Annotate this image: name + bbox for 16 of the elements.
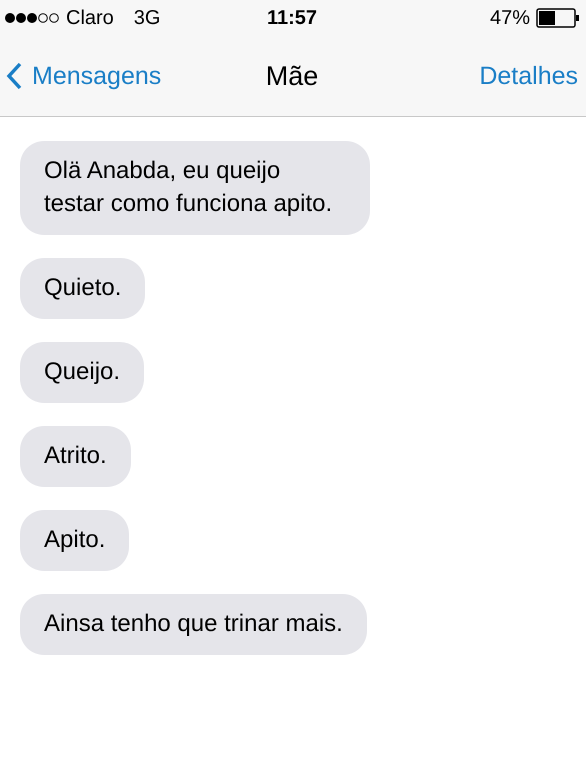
conversation-title: Mãe <box>266 60 318 92</box>
message-bubble: Ainsa tenho que trinar mais. <box>20 594 367 655</box>
network-type: 3G <box>134 6 160 30</box>
message-bubble: Olä Anabda, eu queijo testar como funciona apito. <box>20 141 370 235</box>
message-bubble: Quieto. <box>20 258 146 319</box>
signal-icon <box>4 12 60 24</box>
battery-icon <box>536 8 580 28</box>
back-chevron-icon <box>6 62 22 90</box>
battery-percent: 47% <box>490 6 530 30</box>
message-bubble: Apito. <box>20 510 130 571</box>
message-bubble: Atrito. <box>20 426 131 487</box>
details-button[interactable]: Detalhes <box>388 62 578 90</box>
message-bubble: Queijo. <box>20 342 144 403</box>
status-time: 11:57 <box>266 6 318 30</box>
carrier-name: Claro <box>66 6 114 30</box>
back-button[interactable]: Mensagens <box>6 62 196 90</box>
